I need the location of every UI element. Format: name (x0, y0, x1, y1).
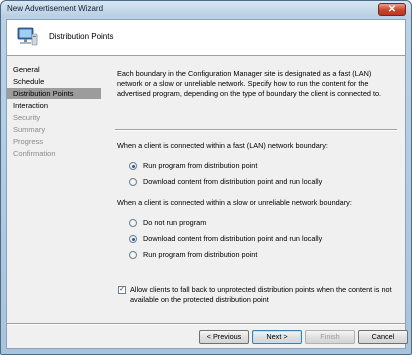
wizard-content: Each boundary in the Configuration Manag… (105, 57, 405, 311)
radio-selected-indicator (129, 162, 137, 170)
close-button[interactable]: ✕ (378, 3, 406, 16)
previous-button[interactable]: < Previous (199, 330, 249, 344)
computer-icon (17, 27, 38, 46)
radio-indicator (129, 178, 137, 186)
footer-divider (7, 323, 405, 325)
fallback-checkbox[interactable]: ✓ (118, 286, 126, 294)
nav-item-progress: Progress (13, 137, 44, 146)
nav-item-summary: Summary (13, 125, 46, 134)
radio-label: Download content from distribution point… (143, 234, 323, 243)
fallback-checkbox-label: Allow clients to fall back to unprotecte… (130, 285, 392, 304)
page-description: Each boundary in the Configuration Manag… (117, 69, 382, 98)
window-title: New Advertisement Wizard (7, 4, 104, 13)
radio-label: Run program from distribution point (143, 161, 258, 170)
radio-label: Run program from distribution point (143, 250, 258, 259)
nav-item-distribution-points[interactable]: Distribution Points (7, 88, 101, 99)
wizard-client-area: Distribution Points General Schedule Dis… (6, 19, 408, 349)
wizard-window: New Advertisement Wizard ✕ Distribution … (0, 0, 412, 355)
wizard-steps-nav: General Schedule Distribution Points Int… (7, 57, 103, 307)
wizard-header: Distribution Points (7, 20, 405, 56)
radio-label: Do not run program (143, 218, 207, 227)
finish-button: Finish (305, 330, 355, 344)
nav-item-security: Security (13, 113, 41, 122)
nav-item-confirmation: Confirmation (13, 149, 56, 158)
radio-label: Download content from distribution point… (143, 177, 323, 186)
close-icon: ✕ (387, 4, 397, 15)
nav-item-interaction[interactable]: Interaction (7, 100, 101, 111)
radio-selected-indicator (129, 235, 137, 243)
content-divider (115, 129, 397, 131)
nav-item-schedule[interactable]: Schedule (7, 76, 101, 87)
radio-indicator (129, 219, 137, 227)
nav-item-general[interactable]: General (7, 64, 101, 75)
next-button[interactable]: Next > (252, 330, 302, 344)
radio-indicator (129, 251, 137, 259)
slow-network-label: When a client is connected within a slow… (117, 198, 352, 207)
title-bar[interactable]: New Advertisement Wizard ✕ (1, 1, 411, 18)
fast-network-label: When a client is connected within a fast… (117, 141, 328, 150)
page-title: Distribution Points (49, 32, 114, 41)
cancel-button[interactable]: Cancel (358, 330, 408, 344)
